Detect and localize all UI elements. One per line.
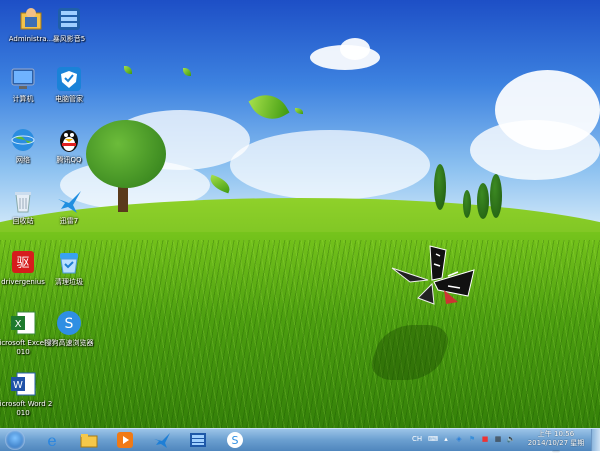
penguin-icon — [55, 126, 83, 154]
explorer-folder-icon[interactable] — [80, 431, 98, 449]
icon-label: 暴风影音5 — [52, 35, 86, 43]
clock[interactable]: 上午 10:56 2014/10/27 星期一 — [526, 430, 586, 457]
security-tray-icon[interactable]: ■ — [480, 434, 490, 444]
internet-explorer-icon[interactable]: e — [43, 431, 61, 449]
desktop-icon-sogou-browser[interactable]: S 搜狗高速浏览器 — [38, 307, 100, 365]
svg-text:驱: 驱 — [16, 256, 29, 271]
taskbar: e S CH ⌨ ▴ ◈ ⚑ ■ ▦ 🔈 上午 10:56 2014/10/27… — [0, 428, 600, 456]
svg-text:S: S — [232, 434, 239, 447]
cypress-tree — [434, 164, 446, 210]
network-tray-icon[interactable]: ▦ — [493, 434, 503, 444]
butterfly — [391, 245, 475, 305]
computer-icon — [9, 65, 37, 93]
excel-icon: X — [9, 309, 37, 337]
svg-text:e: e — [47, 431, 56, 449]
language-indicator[interactable]: CH — [412, 434, 422, 444]
start-button[interactable] — [5, 430, 25, 450]
keyboard-icon[interactable]: ⌨ — [428, 434, 438, 444]
cypress-tree — [477, 183, 489, 219]
word-icon: W — [9, 370, 37, 398]
desktop[interactable]: Administra... 暴风影音5 计算机 电脑管家 网络 腾讯QQ 回收站… — [0, 0, 600, 450]
clock-time: 上午 10:56 — [537, 430, 575, 438]
sogou-browser-icon: S — [55, 309, 83, 337]
icon-label: 腾讯QQ — [56, 156, 82, 164]
recycle-bin-icon — [9, 187, 37, 215]
icon-label: Microsoft Word 2010 — [0, 400, 53, 417]
cloud — [230, 130, 430, 200]
svg-text:S: S — [65, 316, 74, 332]
thunder-bird-icon[interactable] — [153, 431, 171, 449]
cypress-tree — [490, 174, 502, 218]
media-player-icon — [55, 5, 83, 33]
icon-label: 电脑管家 — [55, 95, 83, 103]
media-player-icon[interactable] — [116, 431, 134, 449]
shield-icon — [55, 65, 83, 93]
desktop-icon-pc-manager[interactable]: 电脑管家 — [38, 63, 100, 121]
cloud — [470, 120, 600, 180]
svg-text:X: X — [15, 319, 22, 330]
sogou-icon[interactable]: S — [226, 431, 244, 449]
icon-label: 清理垃圾 — [55, 278, 83, 286]
icon-label: 迅雷7 — [59, 217, 79, 225]
cypress-tree — [463, 190, 471, 218]
video-icon[interactable] — [189, 431, 207, 449]
desktop-icon-qq[interactable]: 腾讯QQ — [38, 124, 100, 182]
show-desktop-button[interactable] — [591, 429, 600, 451]
tray-arrow-icon[interactable]: ▴ — [441, 434, 451, 444]
cloud — [340, 38, 370, 60]
desktop-icon-thunder[interactable]: 迅雷7 — [38, 185, 100, 243]
volume-icon[interactable]: 🔈 — [506, 434, 516, 444]
driver-icon: 驱 — [9, 248, 37, 276]
icon-label: 搜狗高速浏览器 — [44, 339, 94, 347]
desktop-icon-clean-trash[interactable]: 清理垃圾 — [38, 246, 100, 304]
bird-icon — [55, 187, 83, 215]
clock-date: 2014/10/27 星期一 — [527, 439, 585, 456]
trash-clean-icon — [55, 248, 83, 276]
svg-text:W: W — [13, 380, 23, 391]
desktop-icon-word[interactable]: W Microsoft Word 2010 — [0, 368, 54, 426]
desktop-icon-baofeng[interactable]: 暴风影音5 — [38, 3, 100, 61]
flag-icon[interactable]: ⚑ — [467, 434, 477, 444]
pc-manager-tray-icon[interactable]: ◈ — [454, 434, 464, 444]
network-globe-icon — [9, 126, 37, 154]
